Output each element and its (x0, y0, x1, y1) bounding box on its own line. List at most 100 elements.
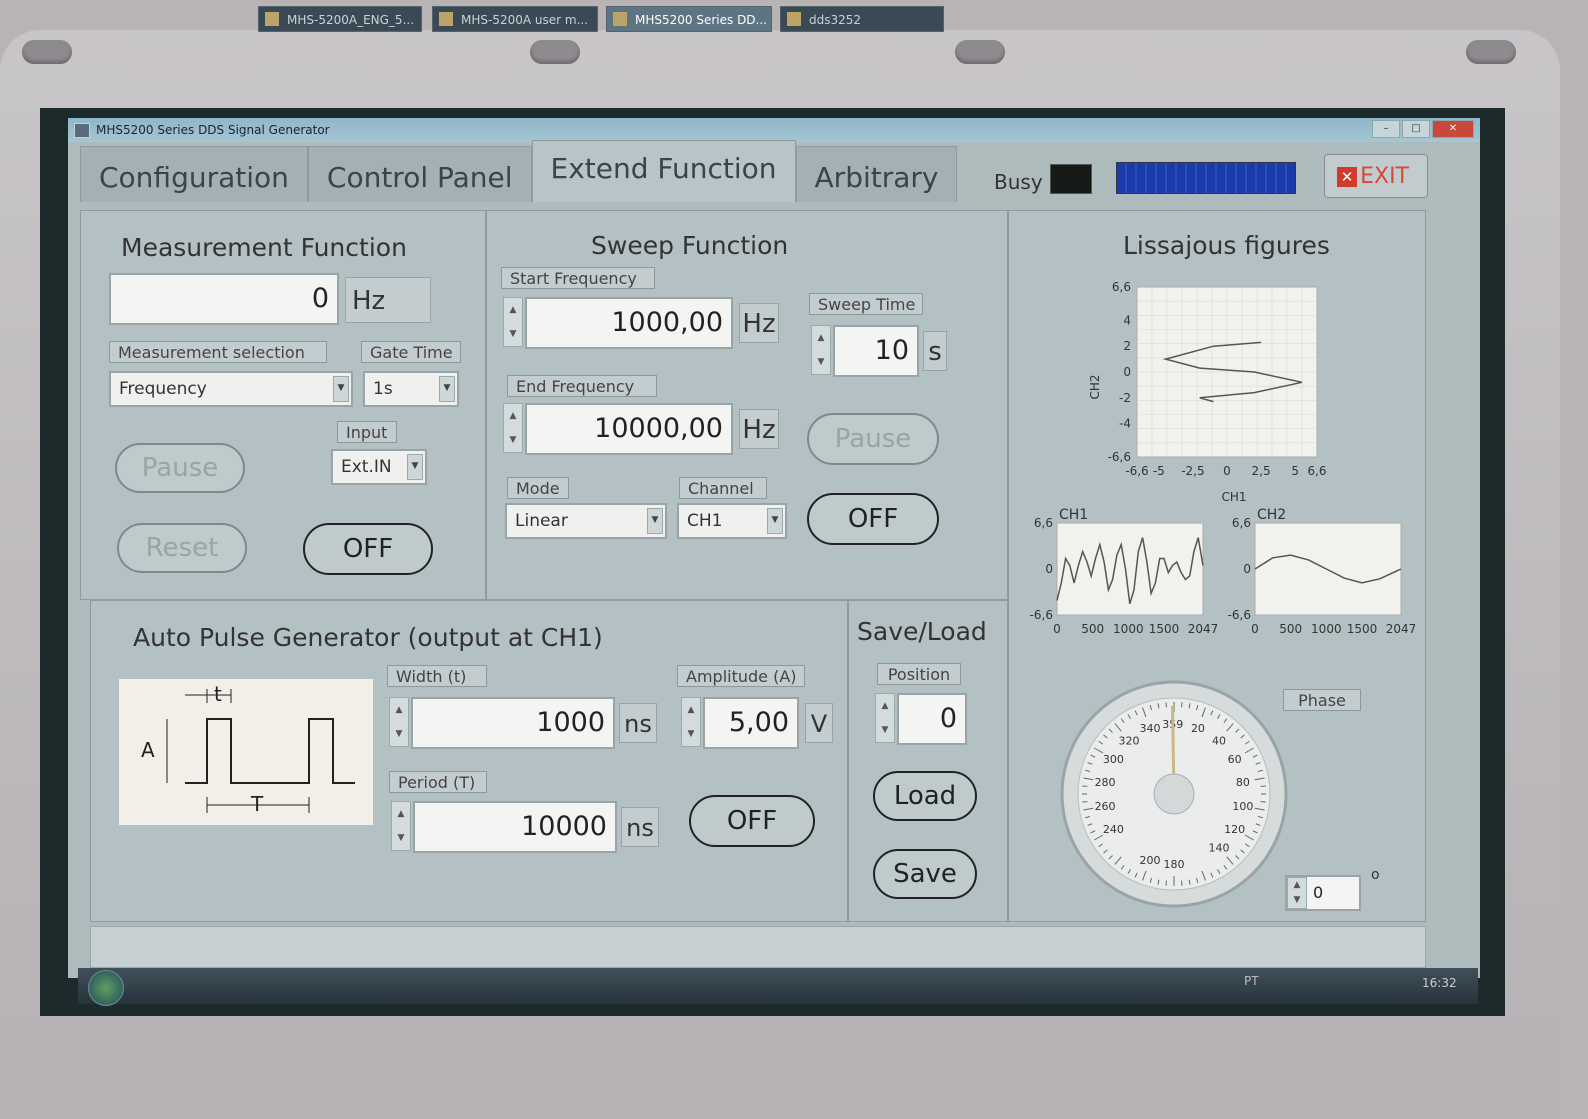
mode-value: Linear (515, 511, 568, 531)
end-frequency-stepper[interactable]: ▲ ▼ (503, 403, 523, 453)
document-icon (439, 12, 453, 26)
title-bar: MHS5200 Series DDS Signal Generator – □ … (68, 118, 1480, 142)
lissajous-x-label: CH1 (1221, 490, 1246, 504)
tab-bar: Configuration Control Panel Extend Funct… (80, 140, 958, 204)
measurement-selection-select[interactable]: Frequency ▼ (109, 371, 353, 407)
y-tick-label: 4 (1123, 313, 1131, 327)
y-tick-label: 6,6 (1034, 516, 1053, 530)
dial-label: 100 (1232, 800, 1253, 813)
ch1-chart: CH1 6,60-6,6 0 500 1000 1500 2047 (1030, 507, 1217, 636)
gate-time-select[interactable]: 1s ▼ (363, 371, 459, 407)
dial-label: 180 (1164, 858, 1185, 871)
app-icon (787, 12, 801, 26)
y-tick-label: 0 (1045, 562, 1053, 576)
y-tick-label: -2 (1119, 391, 1131, 405)
chevron-down-icon[interactable]: ▼ (647, 508, 663, 534)
close-window-button[interactable]: ✕ (1432, 120, 1474, 138)
tab-control-panel[interactable]: Control Panel (307, 146, 532, 202)
pulse-panel: Auto Pulse Generator (output at CH1) t A… (90, 600, 848, 922)
bezel-clip (955, 40, 1005, 64)
pulse-title: Auto Pulse Generator (output at CH1) (133, 623, 603, 652)
lissajous-title: Lissajous figures (1123, 231, 1330, 260)
period-stepper[interactable]: ▲ ▼ (391, 801, 411, 851)
dial-label: 280 (1095, 776, 1116, 789)
width-input[interactable]: 1000 (411, 697, 615, 749)
width-stepper[interactable]: ▲ ▼ (389, 697, 409, 747)
chevron-down-icon[interactable]: ▼ (767, 508, 783, 534)
taskbar-item[interactable]: MHS-5200A_ENG_5... (258, 6, 422, 32)
exit-button[interactable]: ✕ EXIT (1324, 154, 1428, 198)
end-frequency-input[interactable]: 10000,00 (525, 403, 733, 455)
minimize-button[interactable]: – (1372, 120, 1400, 138)
sweep-panel: Sweep Function Start Frequency ▲ ▼ 1000,0… (486, 210, 1008, 600)
x-tick-label: 0 (1223, 464, 1231, 478)
mode-select[interactable]: Linear ▼ (505, 503, 667, 539)
dial-label: 80 (1236, 776, 1250, 789)
taskbar-item[interactable]: dds3252 (780, 6, 944, 32)
start-frequency-stepper[interactable]: ▲ ▼ (503, 297, 523, 347)
gate-time-label: Gate Time (361, 341, 461, 363)
taskbar-item-active[interactable]: MHS5200 Series DD... (606, 6, 772, 32)
x-tick-label: -6,6 (1125, 464, 1148, 478)
start-button[interactable] (88, 970, 124, 1006)
input-label: Input (337, 421, 397, 443)
close-icon: ✕ (1337, 167, 1357, 187)
phase-stepper[interactable]: ▲ ▼ (1287, 877, 1307, 909)
channel-select[interactable]: CH1 ▼ (677, 503, 787, 539)
x-tick-label: 500 (1081, 622, 1104, 636)
sweep-time-stepper[interactable]: ▲ ▼ (811, 325, 831, 375)
tab-extend-function[interactable]: Extend Function (531, 140, 796, 202)
mode-label: Mode (507, 477, 569, 499)
phase-dial[interactable]: 20 4060 80 100 120 140 180200 240 260 280 300 32034… (1059, 679, 1289, 909)
degree-symbol: o (1371, 867, 1380, 883)
sweep-time-input[interactable]: 10 (833, 325, 919, 377)
tab-configuration[interactable]: Configuration (80, 146, 308, 202)
y-tick-label: 2 (1123, 339, 1131, 353)
measurement-pause-button[interactable]: Pause (115, 443, 245, 493)
input-select[interactable]: Ext.IN ▼ (331, 449, 427, 485)
y-tick-label: -4 (1119, 417, 1131, 431)
measurement-title: Measurement Function (121, 233, 407, 262)
amplitude-stepper[interactable]: ▲ ▼ (681, 697, 701, 747)
measurement-off-toggle[interactable]: OFF (303, 523, 433, 575)
x-tick-label: 2047 (1386, 622, 1415, 636)
ch1-x-ticks: 0 500 1000 1500 2047 (1053, 622, 1217, 636)
start-frequency-input[interactable]: 1000,00 (525, 297, 733, 349)
position-stepper[interactable]: ▲ ▼ (875, 693, 895, 743)
channel-value: CH1 (687, 511, 723, 531)
folder-icon (265, 12, 279, 26)
x-tick-label: 1000 (1113, 622, 1144, 636)
chevron-down-icon[interactable]: ▼ (333, 376, 349, 402)
width-label: Width (t) (387, 665, 487, 687)
dial-label: 340 (1140, 722, 1161, 735)
maximize-button[interactable]: □ (1402, 120, 1430, 138)
bezel-clip (22, 40, 72, 64)
x-tick-label: -2,5 (1181, 464, 1204, 478)
sweep-pause-button[interactable]: Pause (807, 413, 939, 465)
sweep-title: Sweep Function (591, 231, 789, 260)
position-label: Position (877, 663, 961, 685)
save-button[interactable]: Save (873, 849, 977, 899)
x-tick-label: 1500 (1347, 622, 1378, 636)
y-tick-label: -6,6 (1228, 608, 1251, 622)
measurement-unit: Hz (345, 277, 431, 323)
measurement-reset-button[interactable]: Reset (117, 523, 247, 573)
period-input[interactable]: 10000 (413, 801, 617, 853)
ch1-title: CH1 (1059, 507, 1088, 523)
period-label: Period (T) (389, 771, 487, 793)
amplitude-input[interactable]: 5,00 (703, 697, 799, 749)
chevron-down-icon[interactable]: ▼ (407, 454, 423, 480)
diagram-t-label: t (214, 682, 222, 706)
language-indicator[interactable]: PT (1244, 974, 1259, 988)
load-button[interactable]: Load (873, 771, 977, 821)
position-input[interactable]: 0 (897, 693, 967, 745)
pulse-off-toggle[interactable]: OFF (689, 795, 815, 847)
measurement-value: 0 (109, 273, 339, 325)
tab-arbitrary[interactable]: Arbitrary (795, 146, 958, 202)
sweep-off-toggle[interactable]: OFF (807, 493, 939, 545)
chevron-down-icon[interactable]: ▼ (439, 376, 455, 402)
x-tick-label: 1500 (1149, 622, 1180, 636)
period-unit: ns (621, 807, 659, 847)
taskbar-item[interactable]: MHS-5200A user m... (432, 6, 598, 32)
sweep-time-label: Sweep Time (809, 293, 923, 315)
